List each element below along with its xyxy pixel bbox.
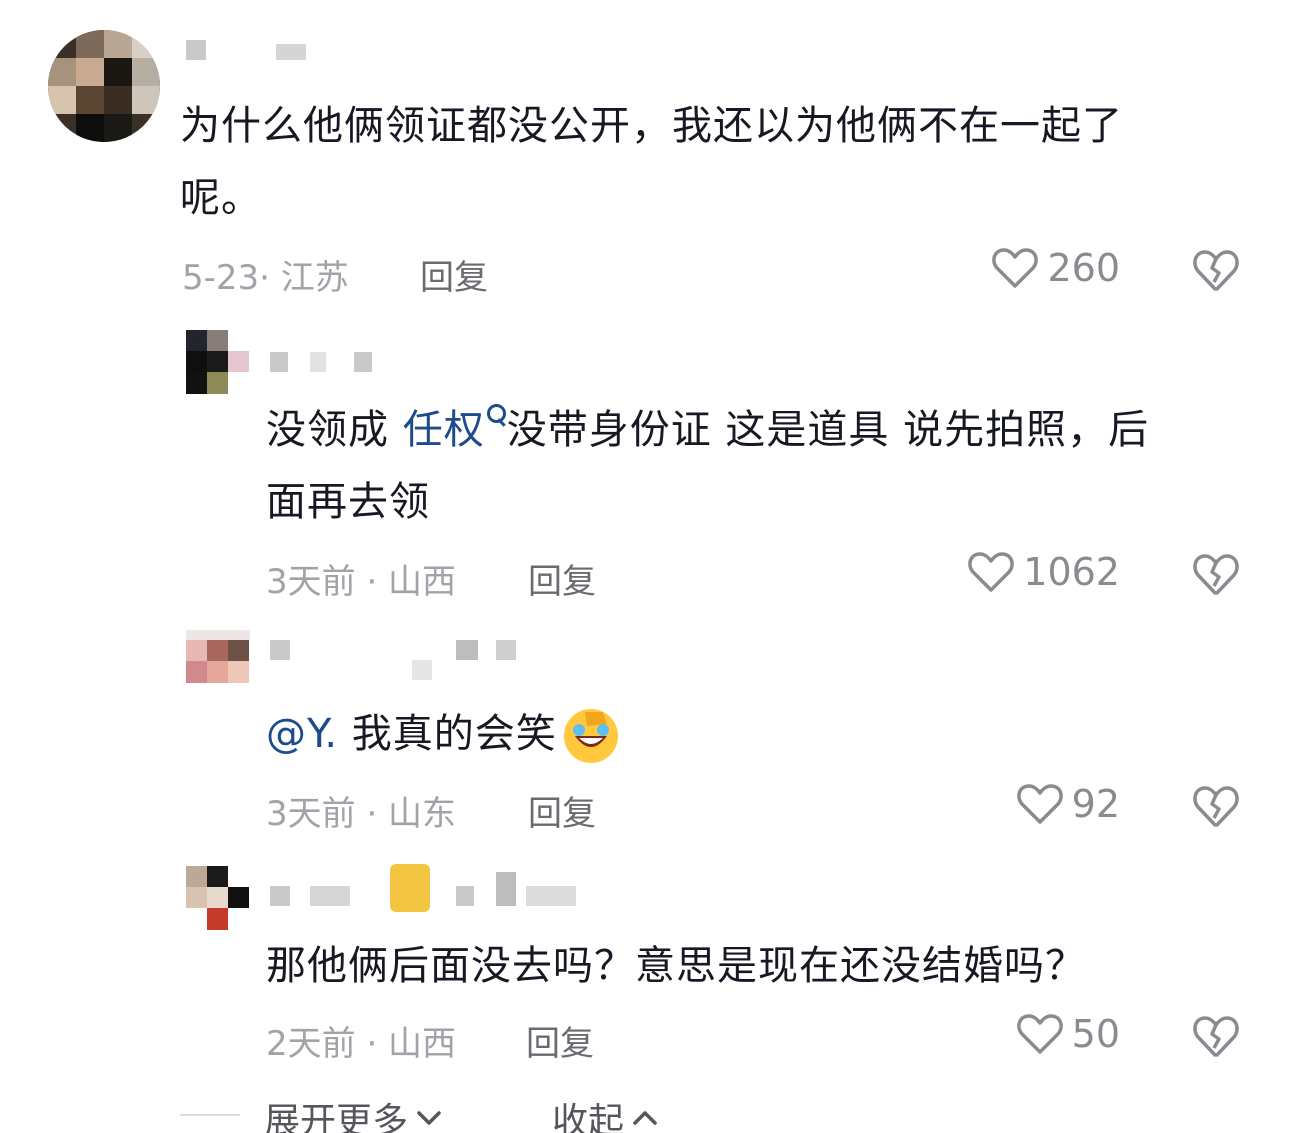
reply-button[interactable]: 回复	[420, 250, 488, 299]
comment-date-location: 5-23· 江苏	[182, 258, 349, 298]
username-blurred[interactable]	[270, 352, 380, 374]
text-segment: 我真的会笑	[338, 711, 557, 757]
like-button[interactable]: 1062	[967, 550, 1120, 594]
like-count: 92	[1071, 782, 1120, 826]
comment-date-location: 3天前 · 山西	[266, 562, 457, 602]
reply-item: @Y. 我真的会笑 3天前 · 山东 回复 92	[0, 610, 1290, 850]
reply-button[interactable]: 回复	[528, 554, 596, 603]
chevron-down-icon	[417, 1111, 441, 1125]
like-count: 1062	[1023, 550, 1120, 594]
like-count: 260	[1047, 246, 1120, 290]
laughing-face-emoji-icon	[563, 709, 618, 763]
mention-link[interactable]: @Y.	[266, 711, 338, 757]
collapse-label: 收起	[552, 1101, 625, 1133]
broken-heart-icon[interactable]	[1192, 1014, 1240, 1060]
collapse-button[interactable]: 收起	[552, 1092, 660, 1133]
heart-outline-icon	[1016, 784, 1063, 824]
avatar[interactable]	[186, 630, 250, 694]
like-button[interactable]: 92	[1016, 782, 1120, 826]
mention-link[interactable]: 任权	[403, 407, 485, 453]
chevron-up-icon	[633, 1111, 657, 1125]
heart-outline-icon	[992, 248, 1039, 288]
heart-outline-icon	[968, 552, 1015, 592]
expand-label: 展开更多	[264, 1101, 409, 1133]
like-button[interactable]: 50	[1016, 1012, 1120, 1056]
comment-text: 没领成 任权 没带身份证 这是道具 说先拍照，后 面再去领	[266, 394, 1226, 538]
search-icon[interactable]	[485, 404, 507, 436]
expand-more-button[interactable]: 展开更多	[264, 1092, 444, 1133]
like-button[interactable]: 260	[991, 246, 1120, 290]
username-blurred[interactable]	[270, 640, 520, 680]
broken-heart-icon[interactable]	[1192, 784, 1240, 830]
broken-heart-icon[interactable]	[1192, 248, 1240, 294]
avatar[interactable]	[186, 330, 250, 394]
text-segment: 没带身份证 这是道具 说先拍照，后	[506, 407, 1150, 453]
comment-text: 那他俩后面没去吗？意思是现在还没结婚吗？	[266, 943, 1086, 989]
reply-button[interactable]: 回复	[528, 786, 596, 835]
reply-item: 没领成 任权 没带身份证 这是道具 说先拍照，后 面再去领 3天前 · 山西 回复…	[0, 310, 1290, 610]
broken-heart-icon[interactable]	[1192, 552, 1240, 598]
username-blurred[interactable]	[186, 40, 326, 62]
username-blurred[interactable]	[270, 864, 610, 912]
like-count: 50	[1071, 1012, 1120, 1056]
heart-outline-icon	[1016, 1014, 1063, 1054]
comment-date-location: 2天前 · 山西	[266, 1024, 457, 1064]
reply-item: 那他俩后面没去吗？意思是现在还没结婚吗？ 2天前 · 山西 回复 50	[0, 850, 1290, 1080]
text-segment: 没领成	[266, 407, 403, 453]
comment-date-location: 3天前 · 山东	[266, 794, 457, 834]
divider	[180, 1114, 240, 1116]
avatar[interactable]	[186, 866, 250, 930]
comment-text: 为什么他俩领证都没公开，我还以为他俩不在一起了 呢。	[180, 103, 1123, 221]
reply-button[interactable]: 回复	[526, 1016, 594, 1065]
avatar[interactable]	[48, 30, 160, 142]
comment-item: 为什么他俩领证都没公开，我还以为他俩不在一起了 呢。 5-23· 江苏 回复 2…	[0, 0, 1290, 310]
comment-text: @Y. 我真的会笑	[266, 698, 1226, 770]
